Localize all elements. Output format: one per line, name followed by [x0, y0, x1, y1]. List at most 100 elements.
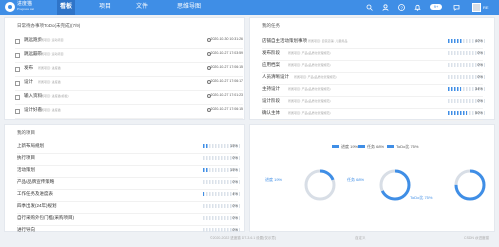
project-name: 活动策划 [17, 167, 35, 172]
todo-date: 2020-10-27 17:06:17 [210, 79, 244, 83]
notification-icon[interactable] [414, 4, 421, 11]
todo-checkbox[interactable] [15, 67, 20, 72]
project-percent: 4% [232, 191, 238, 196]
todo-checkbox[interactable] [15, 53, 20, 58]
todo-date: 2020-10-27 17:03:59 [210, 51, 244, 55]
progress-fill [203, 168, 209, 172]
task-row[interactable]: 应用档案 所属项目: 产品(品质化管理规范) 0% [262, 61, 485, 73]
task-row[interactable]: 主持设计 所属项目: 产品(品质化管理规范) 34% [262, 85, 485, 97]
project-row[interactable]: 活动策划 15% [17, 166, 240, 178]
todo-project: 所属项目: 进度猫(模板) [38, 94, 69, 98]
task-project: 所属项目: 产品(品质化管理规范) [288, 63, 331, 67]
project-percent: 15% [229, 167, 238, 172]
task-project: 所属项目: 产品(品质化管理规范) [288, 51, 331, 55]
logo[interactable]: 进度猫 Progress cat [5, 2, 34, 13]
task-name: 应用档案 [262, 62, 280, 67]
project-row[interactable]: 四季出发(24年)规划 0% [17, 202, 240, 214]
progress-fill [448, 39, 463, 43]
todo-panel: 日常待办事项ToDo(未完成)(7/9) 跳远跑步 所属项目: 运动项目 202… [4, 17, 245, 120]
project-percent: 0% [232, 155, 238, 160]
task-name: 设计阶段 [262, 98, 280, 103]
ring-label: 任务 68% [347, 177, 365, 182]
task-name: 发布阶段 [262, 50, 280, 55]
task-percent: 0% [477, 62, 483, 67]
project-row[interactable]: 进行导向 0% [17, 226, 240, 232]
project-row[interactable]: 自行采购外包门槛(采购项目) 0% [17, 214, 240, 226]
help-icon[interactable]: ? [398, 4, 405, 11]
footer-text: ©2020-2022 进度猫 DT-3.6.1 设置(仅示意) [210, 236, 276, 240]
notification-badge: 9+ [430, 4, 442, 10]
todo-item[interactable]: 输入资料 所属项目: 进度猫(模板) 2020-10-27 17:01:23 [15, 92, 243, 105]
todo-checkbox[interactable] [15, 109, 20, 114]
todo-date: 2020-10-27 17:01:23 [210, 93, 244, 97]
todo-project: 所属项目: 进度猫 [38, 80, 61, 84]
ring-label: 进度 19% [265, 177, 283, 182]
todo-panel-title: 日常待办事项ToDo(未完成)(7/9) [17, 23, 81, 28]
my-projects-title: 我的项目 [17, 130, 35, 135]
project-name: 进行导向 [17, 227, 35, 232]
task-row[interactable]: 店铺自主活动策划事项 所属项目: 自营店铺: 儿童用品 40% [262, 37, 485, 49]
logo-icon [5, 2, 15, 12]
project-name: 执行项目 [17, 155, 35, 160]
avatar-name: RE [483, 5, 489, 10]
chart-panel: 进度 19% 任务 68% ToDo比 75% 进度 19% 任务 68% To… [249, 124, 495, 232]
todo-date: 2020-10-27 17:06:15 [210, 107, 244, 111]
nav-item-mindmap[interactable]: 思维导图 [176, 0, 202, 15]
progress-fill [203, 192, 205, 196]
progress-fill [448, 111, 467, 115]
my-tasks-panel: 我的任务 店铺自主活动策划事项 所属项目: 自营店铺: 儿童用品 40% 发布阶… [249, 17, 495, 121]
project-percent: 0% [232, 215, 238, 220]
task-name: 主持设计 [262, 86, 280, 91]
task-percent: 34% [474, 86, 483, 91]
todo-item[interactable]: 跳远跑步 所属项目: 运动项目 2020-10-30 10:31:26 [15, 36, 243, 49]
project-percent: 0% [232, 179, 238, 184]
footer: ©2020-2022 进度猫 DT-3.6.1 设置(仅示意) 自定义 CSDN… [0, 234, 499, 247]
todo-item[interactable]: 设计好看 所属项目: 进度猫 2020-10-27 17:06:15 [15, 106, 243, 119]
task-project: 所属项目: 产品(品质化管理规范) [288, 87, 331, 91]
nav-item-board[interactable]: 看板 [57, 0, 75, 15]
todo-project: 所属项目: 进度猫 [38, 108, 61, 112]
project-name: 四季出发(24年)规划 [17, 203, 57, 208]
svg-text:?: ? [400, 5, 403, 10]
todo-checkbox[interactable] [15, 95, 20, 100]
todo-project: 所属项目: 运动项目 [38, 52, 64, 56]
todo-item[interactable]: 发布 所属项目: 进度猫 2020-10-27 17:06:15 [15, 64, 243, 77]
task-row[interactable]: 设计阶段 所属项目: 产品(品质化管理规范) 0% [262, 97, 485, 109]
task-name: 店铺自主活动策划事项 [262, 38, 307, 43]
todo-item[interactable]: 设计 所属项目: 进度猫 2020-10-27 17:06:17 [15, 78, 243, 91]
task-percent: 0% [477, 98, 483, 103]
task-name: 确认主体 [262, 110, 280, 115]
logo-sub: Progress cat [17, 7, 34, 11]
top-nav-bar: 进度猫 Progress cat 看板 项目 文件 思维导图 ? 9+ RE [0, 0, 499, 15]
todo-date: 2020-10-30 10:31:26 [210, 37, 244, 41]
project-row[interactable]: 产品/品牌宣传策略 0% [17, 178, 240, 190]
project-row[interactable]: 工作任务及进度表 4% [17, 190, 240, 202]
project-name: 产品/品牌宣传策略 [17, 179, 55, 184]
project-percent: 0% [232, 227, 238, 232]
my-projects-panel: 我的项目 上新布局规划 15% 执行项目 0% 活动策划 15% 产品/品牌宣传… [4, 124, 245, 232]
message-icon[interactable] [453, 4, 460, 11]
todo-checkbox[interactable] [15, 81, 20, 86]
footer-right: CSDN @进度猫 [464, 236, 489, 240]
task-row[interactable]: 人员清晰设计 所属项目: 产品(品质化管理规范) 0% [262, 73, 485, 85]
todo-item[interactable]: 跳远蹦带 所属项目: 运动项目 2020-10-27 17:03:59 [15, 50, 243, 63]
todo-checkbox[interactable] [15, 39, 20, 44]
task-name: 人员清晰设计 [262, 74, 289, 79]
nav-item-files[interactable]: 文件 [134, 0, 150, 15]
footer-small: 自定义 [355, 236, 366, 240]
task-row[interactable]: 发布阶段 所属项目: 产品(品质化管理规范) 0% [262, 49, 485, 61]
project-name: 自行采购外包门槛(采购项目) [17, 215, 74, 220]
project-name: 工作任务及进度表 [17, 191, 53, 196]
task-row[interactable]: 确认主体 所属项目: 产品(品质化管理规范) 50% [262, 109, 485, 121]
project-row[interactable]: 上新布局规划 15% [17, 142, 240, 154]
project-percent: 15% [229, 143, 238, 148]
search-icon[interactable] [366, 4, 373, 11]
nav-item-projects[interactable]: 项目 [97, 0, 113, 15]
todo-title: 设计 [24, 79, 33, 84]
project-row[interactable]: 执行项目 0% [17, 154, 240, 166]
avatar[interactable] [472, 3, 481, 12]
task-project: 所属项目: 产品(品质化管理规范) [294, 75, 337, 79]
task-percent: 0% [477, 74, 483, 79]
user-icon[interactable] [382, 4, 389, 11]
task-percent: 50% [474, 110, 483, 115]
